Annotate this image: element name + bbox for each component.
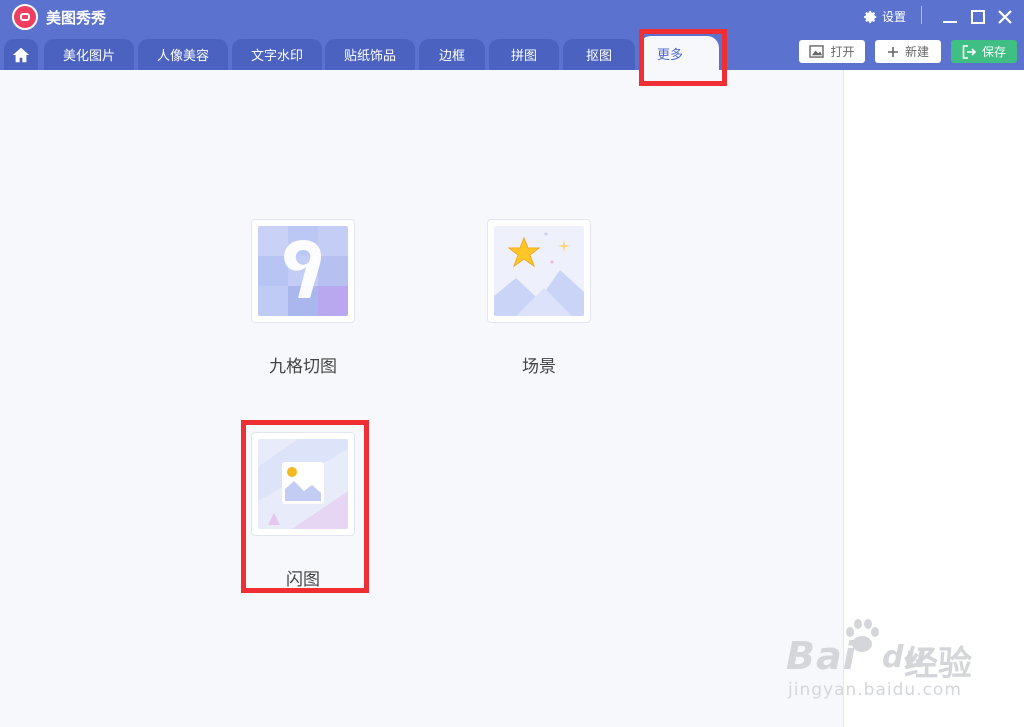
tab-collage[interactable]: 拼图 — [489, 39, 559, 70]
baidu-jingyan-watermark: Bai du 经验 jingyan.baidu.com — [786, 612, 986, 712]
maximize-button[interactable] — [968, 7, 988, 27]
tab-home[interactable] — [4, 39, 38, 70]
tab-bar: 美化图片 人像美容 文字水印 贴纸饰品 边框 拼图 抠图 更多 打开 新建 保存 — [0, 34, 1024, 70]
app-logo-icon — [12, 4, 38, 30]
tab-beautify[interactable]: 美化图片 — [44, 39, 134, 70]
new-button[interactable]: 新建 — [875, 40, 941, 63]
home-icon — [12, 47, 30, 62]
tab-cutout[interactable]: 抠图 — [563, 39, 635, 70]
open-button[interactable]: 打开 — [799, 40, 865, 63]
tab-border[interactable]: 边框 — [419, 39, 485, 70]
minimize-icon — [943, 21, 957, 23]
title-bar: 美图秀秀 设置 — [0, 0, 1024, 34]
new-label: 新建 — [904, 45, 929, 59]
save-button[interactable]: 保存 — [951, 40, 1017, 63]
highlight-more-tab — [639, 29, 727, 86]
watermark-url: jingyan.baidu.com — [788, 680, 962, 700]
settings-label: 设置 — [882, 10, 907, 24]
plus-icon — [887, 46, 898, 57]
feature-scene[interactable]: 场景 — [487, 219, 591, 377]
maximize-icon — [971, 10, 985, 24]
feature-label: 场景 — [522, 357, 556, 377]
save-label: 保存 — [981, 45, 1006, 59]
watermark-cn: 经验 — [904, 644, 972, 684]
tab-text-watermark[interactable]: 文字水印 — [232, 39, 322, 70]
gear-icon — [864, 10, 877, 23]
export-icon — [962, 44, 976, 59]
feature-nine-grid[interactable]: 九格切图 — [251, 219, 355, 377]
feature-label: 九格切图 — [269, 357, 337, 377]
minimize-button[interactable] — [940, 7, 960, 27]
titlebar-divider — [921, 6, 922, 24]
open-label: 打开 — [830, 45, 855, 59]
settings-button[interactable]: 设置 — [864, 8, 906, 25]
tab-portrait[interactable]: 人像美容 — [138, 39, 228, 70]
image-icon — [809, 45, 825, 58]
app-title: 美图秀秀 — [46, 9, 107, 27]
feature-card — [487, 219, 591, 323]
paw-icon — [846, 619, 879, 652]
tab-stickers[interactable]: 贴纸饰品 — [325, 39, 415, 70]
scene-icon — [494, 226, 584, 316]
close-icon — [998, 10, 1012, 24]
nine-grid-icon — [258, 226, 348, 316]
close-button[interactable] — [995, 7, 1015, 27]
feature-card — [251, 219, 355, 323]
highlight-flash-image — [241, 420, 369, 593]
